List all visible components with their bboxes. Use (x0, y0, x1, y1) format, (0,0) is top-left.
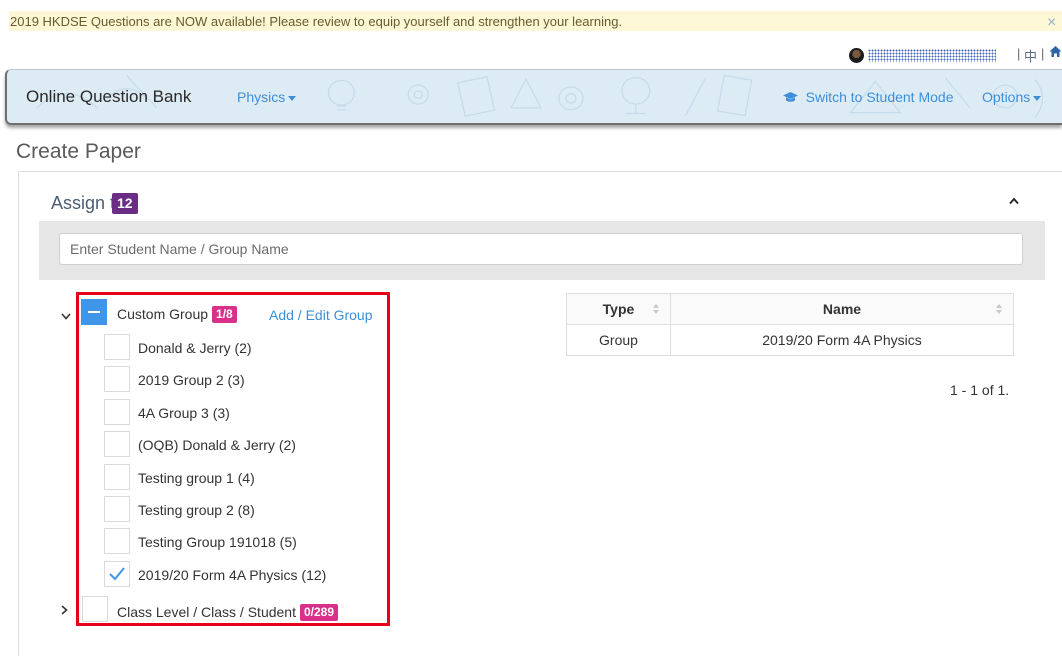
custom-group-label: Custom Group (117, 306, 209, 322)
chevron-down-icon (288, 95, 297, 101)
add-edit-group-link[interactable]: Add / Edit Group (269, 307, 373, 323)
group-item-label[interactable]: Testing group 2 (8) (138, 502, 255, 518)
group-item-checkbox[interactable] (104, 464, 130, 490)
chevron-down-icon (1033, 95, 1042, 101)
group-item-label[interactable]: Testing group 1 (4) (138, 470, 255, 486)
custom-group-checkbox[interactable] (81, 299, 107, 325)
group-item-checkbox[interactable] (104, 496, 130, 522)
assign-count-badge: 12 (112, 193, 138, 214)
table-cell-name: 2019/20 Form 4A Physics (670, 324, 1014, 356)
class-level-checkbox[interactable] (82, 596, 108, 622)
column-header-name[interactable]: Name (670, 293, 1014, 325)
separator: | (1041, 46, 1045, 61)
close-icon[interactable]: × (1047, 15, 1056, 31)
language-switch-link[interactable]: 中 (1024, 46, 1037, 65)
table-row[interactable]: Group 2019/20 Form 4A Physics (566, 324, 1014, 356)
group-item-checkbox[interactable] (104, 334, 130, 360)
switch-student-mode-button[interactable]: Switch to Student Mode (783, 89, 954, 105)
group-item-checkbox[interactable] (104, 431, 130, 457)
options-label: Options (982, 89, 1031, 105)
chevron-right-icon[interactable] (58, 604, 70, 616)
chevron-up-icon[interactable] (1009, 196, 1019, 206)
column-header-type[interactable]: Type (566, 293, 671, 325)
group-item-label[interactable]: Donald & Jerry (2) (138, 340, 252, 356)
custom-group-node[interactable]: Custom Group 1/8 (117, 306, 237, 323)
group-item-checkbox[interactable] (104, 561, 130, 587)
separator: | (1017, 46, 1021, 61)
announcement-bar: 2019 HKDSE Questions are NOW available! … (0, 0, 1062, 36)
group-item-checkbox[interactable] (104, 399, 130, 425)
brand-link[interactable]: Online Question Bank (26, 87, 191, 107)
options-dropdown[interactable]: Options (982, 89, 1042, 105)
table-cell-type: Group (566, 324, 671, 356)
chevron-down-icon[interactable] (60, 310, 72, 322)
student-group-search-input[interactable] (59, 233, 1023, 265)
pagination-info: 1 - 1 of 1. (950, 382, 1010, 398)
search-container (39, 221, 1045, 280)
switch-mode-label: Switch to Student Mode (805, 89, 954, 105)
column-header-label: Type (602, 301, 635, 317)
class-level-count-badge: 0/289 (299, 604, 339, 621)
selected-table: Type Name Group 2019/20 Form 4A Physics (566, 293, 1014, 356)
sort-icon (653, 304, 659, 314)
home-icon[interactable] (1049, 45, 1062, 62)
page-title: Create Paper (16, 140, 141, 163)
table-header-row: Type Name (566, 293, 1014, 325)
avatar[interactable] (849, 48, 864, 63)
group-item-label[interactable]: 4A Group 3 (3) (138, 405, 230, 421)
group-item-checkbox[interactable] (104, 366, 130, 392)
class-level-node[interactable]: Class Level / Class / Student 0/289 (117, 604, 339, 621)
group-item-checkbox[interactable] (104, 528, 130, 554)
group-item-label[interactable]: 2019 Group 2 (3) (138, 372, 245, 388)
sort-icon (996, 304, 1002, 314)
group-item-label[interactable]: Testing Group 191018 (5) (138, 534, 297, 550)
subject-dropdown[interactable]: Physics (237, 89, 297, 105)
user-bar: | 中 | (0, 38, 1062, 66)
subject-label: Physics (237, 89, 286, 105)
checkmark-icon (109, 567, 125, 581)
custom-group-count-badge: 1/8 (212, 306, 237, 323)
class-level-label: Class Level / Class / Student (117, 604, 296, 620)
column-header-label: Name (822, 301, 862, 317)
graduation-cap-icon (783, 90, 802, 105)
group-item-label[interactable]: (OQB) Donald & Jerry (2) (138, 437, 296, 453)
top-navbar: Online Question Bank Physics Switch to S… (5, 69, 1062, 125)
group-item-label[interactable]: 2019/20 Form 4A Physics (12) (138, 567, 326, 583)
username-redacted[interactable] (868, 49, 996, 62)
announcement-text: 2019 HKDSE Questions are NOW available! … (10, 14, 623, 29)
